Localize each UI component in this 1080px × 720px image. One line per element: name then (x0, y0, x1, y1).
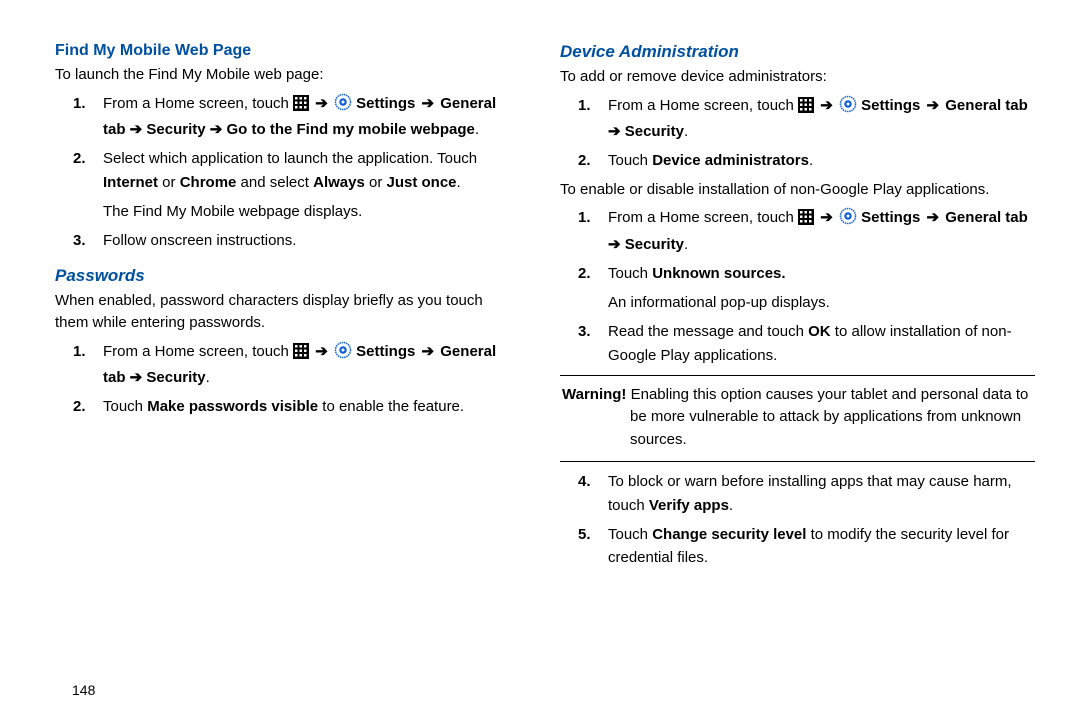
settings-gear-icon (334, 93, 352, 118)
steps-find-my-mobile: 1. From a Home screen, touch ➔ Settings … (55, 92, 520, 253)
non-google-intro: To enable or disable installation of non… (560, 179, 1035, 201)
heading-device-admin: Device Administration (560, 42, 1035, 62)
step-text-prefix: From a Home screen, touch (103, 95, 293, 112)
step-number: 2. (73, 147, 86, 170)
settings-label: Settings (356, 95, 419, 112)
apps-grid-icon (293, 343, 309, 366)
heading-passwords: Passwords (55, 266, 520, 286)
arrow-icon: ➔ (422, 92, 435, 115)
steps-non-google-cont: 4. To block or warn before installing ap… (560, 470, 1035, 569)
steps-device-admin: 1. From a Home screen, touch ➔ Settings … (560, 94, 1035, 173)
apps-grid-icon (293, 95, 309, 118)
step-2: 2. Touch Make passwords visible to enabl… (103, 395, 520, 418)
step-2: 2. Touch Device administrators. (608, 149, 1035, 172)
step-5: 5. Touch Change security level to modify… (608, 523, 1035, 570)
step-3: 3. Follow onscreen instructions. (103, 229, 520, 252)
passwords-intro: When enabled, password characters displa… (55, 290, 520, 334)
page-number: 148 (72, 682, 95, 698)
step-1: 1. From a Home screen, touch ➔ Settings … (103, 340, 520, 390)
steps-non-google: 1. From a Home screen, touch ➔ Settings … (560, 206, 1035, 367)
step-1: 1. From a Home screen, touch ➔ Settings … (608, 94, 1035, 144)
warning-body: Enabling this option causes your tablet … (626, 386, 1028, 448)
arrow-icon: ➔ (315, 340, 328, 363)
settings-gear-icon (839, 207, 857, 232)
intro-text: To launch the Find My Mobile web page: (55, 64, 520, 86)
arrow-icon: ➔ (927, 206, 940, 229)
step-number: 3. (578, 320, 591, 343)
step-number: 2. (578, 149, 591, 172)
step-number: 1. (73, 340, 86, 363)
apps-grid-icon (798, 209, 814, 232)
step-number: 1. (578, 206, 591, 229)
warning-box: Warning! Enabling this option causes you… (560, 375, 1035, 463)
settings-gear-icon (334, 341, 352, 366)
heading-find-my-mobile: Find My Mobile Web Page (55, 42, 520, 60)
step-4: 4. To block or warn before installing ap… (608, 470, 1035, 517)
warning-label: Warning! (562, 386, 626, 403)
steps-passwords: 1. From a Home screen, touch ➔ Settings … (55, 340, 520, 419)
step-2: 2. Select which application to launch th… (103, 147, 520, 223)
step-2-followup: The Find My Mobile webpage displays. (103, 200, 520, 223)
apps-grid-icon (798, 97, 814, 120)
arrow-icon: ➔ (820, 206, 833, 229)
manual-page: Find My Mobile Web Page To launch the Fi… (0, 0, 1080, 720)
step-number: 4. (578, 470, 591, 493)
arrow-icon: ➔ (820, 94, 833, 117)
step-number: 5. (578, 523, 591, 546)
step-number: 1. (73, 92, 86, 115)
step-2: 2. Touch Unknown sources. An information… (608, 262, 1035, 315)
arrow-icon: ➔ (422, 340, 435, 363)
step-number: 1. (578, 94, 591, 117)
step-2-followup: An informational pop-up displays. (608, 291, 1035, 314)
arrow-icon: ➔ (927, 94, 940, 117)
device-admin-intro: To add or remove device administrators: (560, 66, 1035, 88)
step-number: 2. (578, 262, 591, 285)
step-1: 1. From a Home screen, touch ➔ Settings … (103, 92, 520, 142)
left-column: Find My Mobile Web Page To launch the Fi… (55, 40, 550, 710)
settings-gear-icon (839, 95, 857, 120)
step-number: 2. (73, 395, 86, 418)
right-column: Device Administration To add or remove d… (550, 40, 1045, 710)
step-3: 3. Read the message and touch OK to allo… (608, 320, 1035, 367)
arrow-icon: ➔ (315, 92, 328, 115)
step-1: 1. From a Home screen, touch ➔ Settings … (608, 206, 1035, 256)
step-number: 3. (73, 229, 86, 252)
